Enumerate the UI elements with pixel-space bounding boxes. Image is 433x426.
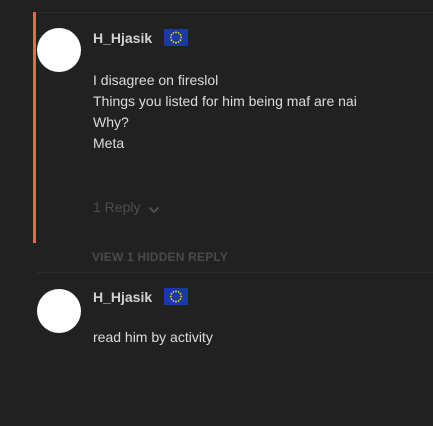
chevron-down-icon[interactable] <box>148 202 160 214</box>
avatar[interactable] <box>37 28 81 72</box>
comment-thread: H_Hjasik I disagree on fireslol Things y… <box>0 0 433 426</box>
eu-flag-icon <box>164 288 188 305</box>
username[interactable]: H_Hjasik <box>93 289 152 305</box>
comment-text-line: Why? <box>93 114 129 130</box>
divider <box>37 12 433 13</box>
divider <box>37 272 433 273</box>
view-replies-button[interactable]: 1 Reply <box>93 199 140 215</box>
view-hidden-reply-link[interactable]: VIEW 1 HIDDEN REPLY <box>92 250 228 264</box>
username[interactable]: H_Hjasik <box>93 30 152 46</box>
comment-text-line: read him by activity <box>93 329 213 345</box>
comment-text-line: Things you listed for him being maf are … <box>93 93 357 109</box>
thread-indicator-bar <box>33 12 36 243</box>
avatar[interactable] <box>37 289 81 333</box>
eu-flag-icon <box>164 29 188 46</box>
comment-text-line: Meta <box>93 135 125 151</box>
comment-text-line: I disagree on fireslol <box>93 72 219 88</box>
